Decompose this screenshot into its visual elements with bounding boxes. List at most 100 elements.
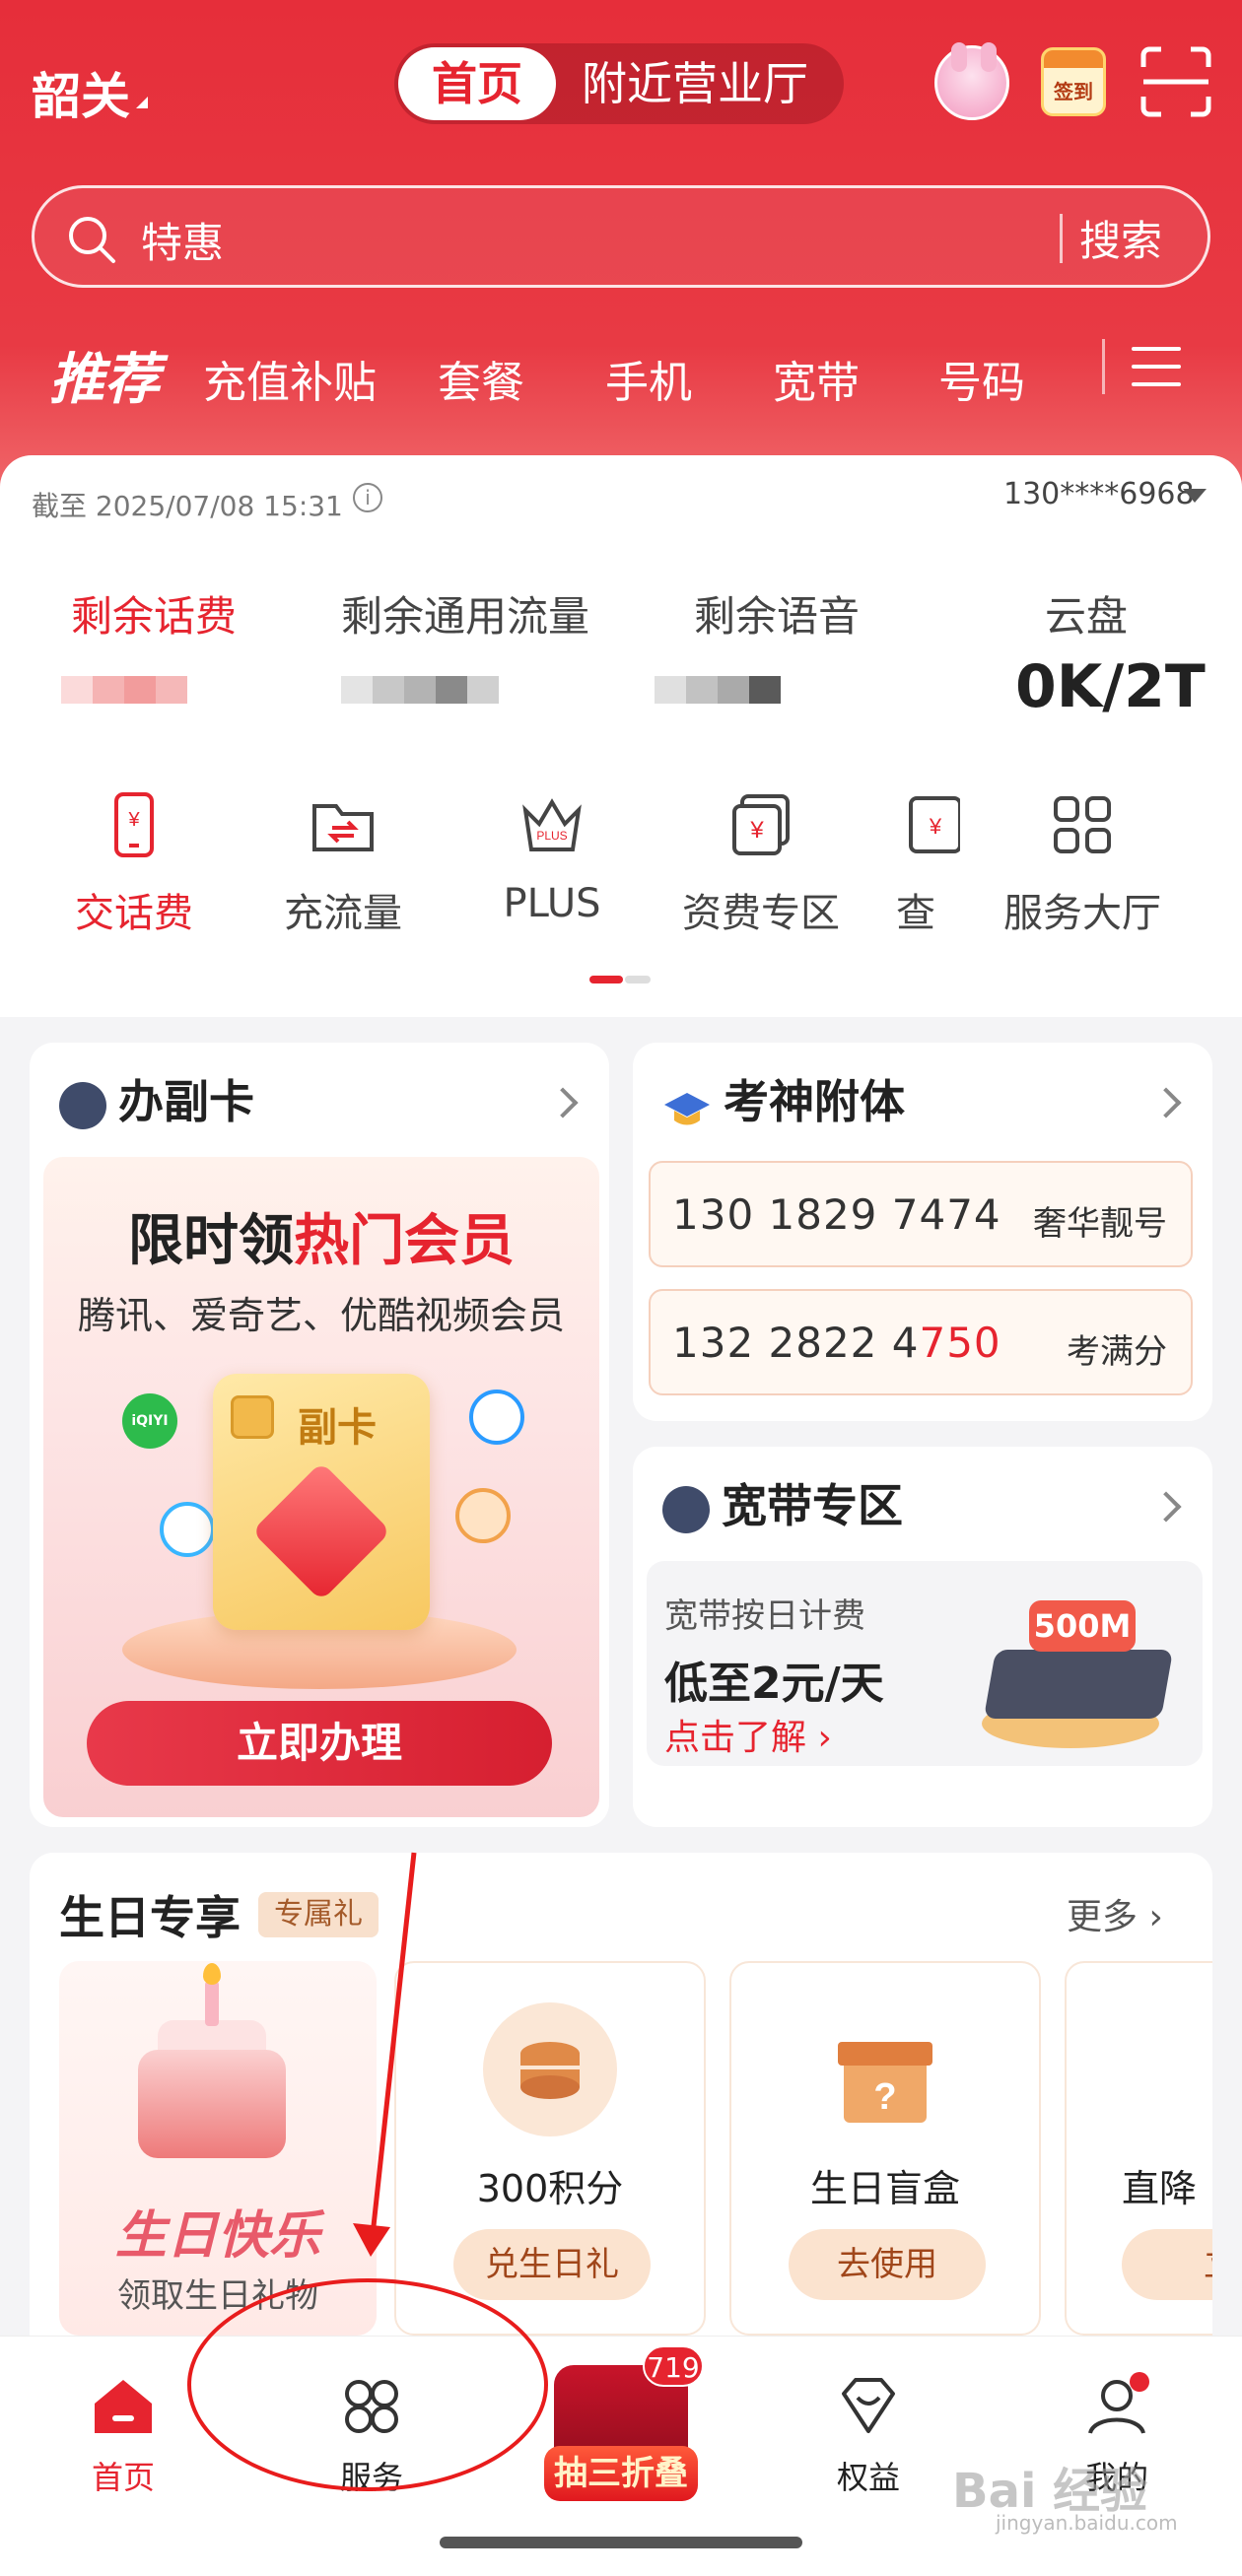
tariff-icon: ¥ bbox=[732, 794, 790, 855]
category-phones[interactable]: 手机 bbox=[605, 347, 692, 410]
sim-chip-icon bbox=[231, 1395, 274, 1439]
mascot-avatar-icon[interactable] bbox=[934, 42, 1009, 120]
quick-service-hall[interactable]: 服务大厅 bbox=[984, 790, 1181, 938]
gift-label: 300积分 bbox=[476, 2167, 624, 2210]
quick-query[interactable]: ¥ 查 bbox=[871, 790, 960, 938]
city-selector[interactable]: 韶关 bbox=[32, 57, 130, 128]
quick-label: 查 bbox=[896, 891, 935, 936]
graduation-cap-icon bbox=[662, 1086, 712, 1125]
search-bar[interactable]: 特惠 搜索 bbox=[32, 185, 1210, 288]
quick-label: 充流量 bbox=[284, 891, 402, 936]
query-icon: ¥ bbox=[909, 796, 960, 853]
svg-text:PLUS: PLUS bbox=[536, 829, 567, 843]
gift-item-points[interactable]: 300积分 兑生日礼 bbox=[394, 1961, 706, 2336]
number-tag: 考满分 bbox=[1067, 1332, 1167, 1372]
gem-icon bbox=[251, 1461, 391, 1601]
gift-item-discount[interactable]: 直降 立 bbox=[1065, 1961, 1212, 2336]
broadband-price: 低至2元/天 bbox=[664, 1659, 884, 1709]
redeem-birthday-gift-button[interactable]: 兑生日礼 bbox=[453, 2229, 651, 2300]
candle-icon bbox=[205, 1981, 219, 2026]
number-item[interactable]: 130 1829 7474 奢华靓号 bbox=[649, 1161, 1193, 1267]
quick-label: 交话费 bbox=[75, 891, 193, 936]
signin-label: 签到 bbox=[1054, 80, 1093, 103]
quick-pay-bill[interactable]: ¥ 交话费 bbox=[35, 790, 233, 938]
chevron-right-icon[interactable] bbox=[1150, 1087, 1182, 1119]
flame-icon bbox=[203, 1963, 221, 1985]
tab-promo-foldable[interactable]: 抽三折叠 719 bbox=[544, 2345, 704, 2513]
category-broadband[interactable]: 宽带 bbox=[773, 347, 860, 410]
search-button[interactable]: 搜索 bbox=[1079, 208, 1162, 268]
fuka-title: 办副卡 bbox=[59, 1066, 254, 1131]
search-input[interactable]: 特惠 bbox=[141, 210, 224, 270]
carousel-indicator bbox=[589, 976, 653, 983]
svg-text:¥: ¥ bbox=[929, 814, 942, 839]
voice-value-redacted bbox=[655, 662, 781, 717]
svg-text:¥: ¥ bbox=[749, 817, 764, 844]
quick-plus[interactable]: PLUS PLUS bbox=[453, 790, 651, 926]
promo-tab-label: 抽三折叠 bbox=[544, 2446, 698, 2501]
tab-nearby-store[interactable]: 附近营业厅 bbox=[582, 47, 808, 120]
chevron-right-icon[interactable] bbox=[1150, 1491, 1182, 1523]
balance-label-cloud[interactable]: 云盘 bbox=[1045, 583, 1128, 644]
broadband-promo[interactable]: 宽带按日计费 低至2元/天 点击了解 › 500M bbox=[647, 1561, 1203, 1766]
balance-label-data[interactable]: 剩余通用流量 bbox=[341, 583, 589, 644]
cloud-storage-value: 0K/2T bbox=[1015, 652, 1206, 721]
gift-label: 直降 bbox=[1122, 2167, 1198, 2210]
use-now-button[interactable]: 去使用 bbox=[789, 2229, 986, 2300]
coins-icon bbox=[483, 2002, 617, 2136]
account-card: 截至 2025/07/08 15:31 i 130****6968 剩余话费 剩… bbox=[0, 455, 1242, 1017]
exclusive-gift-tag: 专属礼 bbox=[258, 1892, 379, 1937]
number-item[interactable]: 132 2822 4750 考满分 bbox=[649, 1289, 1193, 1395]
chevron-right-icon[interactable] bbox=[547, 1087, 579, 1119]
category-recommend[interactable]: 推荐 bbox=[49, 335, 160, 415]
broadband-panel[interactable]: 宽带专区 宽带按日计费 低至2元/天 点击了解 › 500M bbox=[633, 1447, 1212, 1827]
fuka-promo-banner[interactable]: 限时领热门会员 腾讯、爱奇艺、优酷视频会员 iQIYI 副卡 立即办理 bbox=[43, 1157, 599, 1817]
category-recharge[interactable]: 充值补贴 bbox=[203, 347, 377, 410]
mascot-ear-right bbox=[981, 42, 997, 72]
phone-product-icon bbox=[1153, 2002, 1212, 2136]
rights-badge-icon bbox=[842, 2378, 895, 2433]
plus-crown-icon: PLUS bbox=[522, 798, 582, 851]
learn-more-link[interactable]: 点击了解 › bbox=[664, 1709, 832, 1760]
category-plans[interactable]: 套餐 bbox=[438, 347, 524, 410]
phone-number: 130 1829 7474 bbox=[672, 1190, 1001, 1239]
quick-label: PLUS bbox=[503, 881, 601, 926]
svg-text:¥: ¥ bbox=[127, 809, 140, 831]
top-bar: 韶关 首页 附近营业厅 签到 bbox=[0, 39, 1242, 128]
happy-birthday-text: 生日快乐 bbox=[114, 2206, 320, 2266]
signin-calendar-icon[interactable]: 签到 bbox=[1041, 47, 1106, 116]
phone-number-selector[interactable]: 130****6968 bbox=[1003, 477, 1195, 511]
gift-action-button[interactable]: 立 bbox=[1122, 2229, 1212, 2300]
balance-label-voice[interactable]: 剩余语音 bbox=[694, 583, 860, 644]
quick-tariff-zone[interactable]: ¥ 资费专区 bbox=[662, 790, 860, 938]
quick-label: 服务大厅 bbox=[1003, 891, 1161, 936]
promo-subtitle: 腾讯、爱奇艺、优酷视频会员 bbox=[77, 1294, 565, 1337]
scan-icon[interactable] bbox=[1139, 45, 1212, 118]
city-dropdown-icon[interactable] bbox=[136, 97, 148, 108]
tab-home[interactable]: 首页 bbox=[398, 47, 556, 120]
category-bar: 推荐 充值补贴 套餐 手机 宽带 号码 bbox=[0, 325, 1242, 424]
home-segment-control: 首页 附近营业厅 bbox=[394, 43, 844, 124]
cake-icon bbox=[138, 2050, 286, 2158]
tab-home-nav[interactable]: 首页 bbox=[49, 2372, 197, 2498]
tab-rights-nav[interactable]: 权益 bbox=[794, 2372, 942, 2498]
gift-item-blindbox[interactable]: ? 生日盲盒 去使用 bbox=[729, 1961, 1041, 2336]
tencent-video-icon bbox=[160, 1502, 215, 1557]
apply-now-button[interactable]: 立即办理 bbox=[87, 1701, 552, 1786]
quick-topup-data[interactable]: 充流量 bbox=[244, 790, 442, 938]
info-icon[interactable]: i bbox=[353, 483, 382, 512]
kaoshen-panel[interactable]: 考神附体 130 1829 7474 奢华靓号 132 2822 4750 考满… bbox=[633, 1043, 1212, 1421]
phone-number: 132 2822 4750 bbox=[672, 1319, 1001, 1367]
more-link[interactable]: 更多 › bbox=[1067, 1888, 1163, 1939]
birthday-cake-card[interactable]: 生日快乐 领取生日礼物 bbox=[59, 1961, 377, 2336]
home-icon bbox=[95, 2380, 152, 2433]
home-indicator[interactable] bbox=[440, 2537, 802, 2548]
mystery-box-icon: ? bbox=[818, 2002, 952, 2136]
broadband-title: 宽带专区 bbox=[662, 1470, 903, 1535]
gift-label: 生日盲盒 bbox=[809, 2167, 960, 2210]
category-numbers[interactable]: 号码 bbox=[938, 347, 1025, 410]
fuka-panel[interactable]: 办副卡 限时领热门会员 腾讯、爱奇艺、优酷视频会员 iQIYI 副卡 立即办理 bbox=[30, 1043, 609, 1827]
balance-label-credit[interactable]: 剩余话费 bbox=[71, 583, 237, 644]
menu-icon[interactable] bbox=[1132, 347, 1181, 390]
phone-dropdown-icon[interactable] bbox=[1183, 489, 1207, 503]
